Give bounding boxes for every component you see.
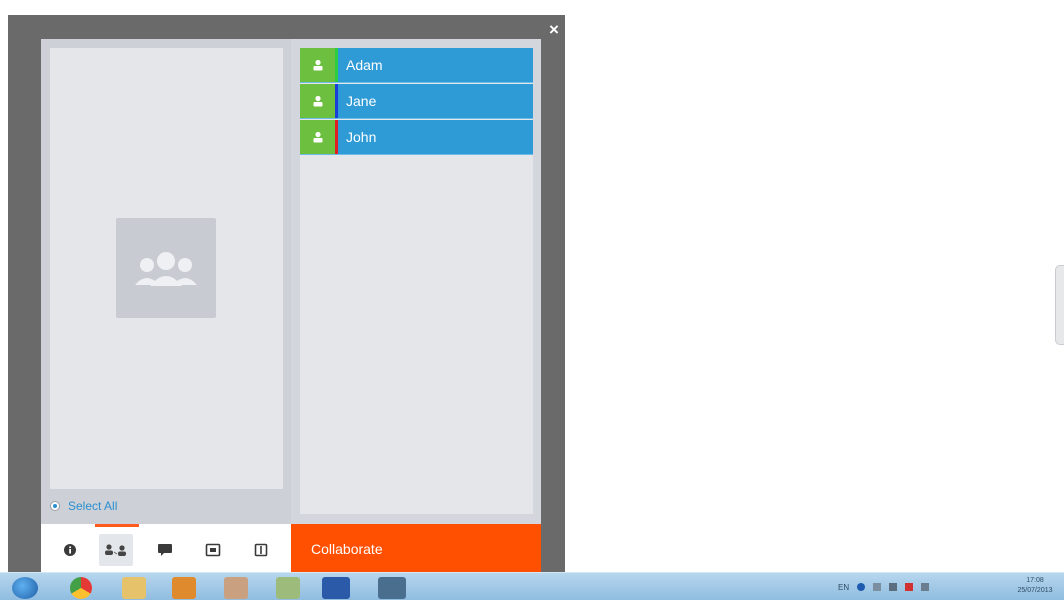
participant-name: Jane bbox=[346, 93, 377, 109]
chrome-icon[interactable] bbox=[70, 577, 92, 599]
chat-button[interactable] bbox=[148, 534, 182, 566]
participant-color-stripe bbox=[335, 120, 338, 154]
word-icon[interactable] bbox=[322, 577, 350, 599]
info-icon bbox=[64, 544, 76, 556]
chat-icon bbox=[158, 544, 172, 556]
user-icon bbox=[300, 48, 335, 82]
taskbar: EN 17:08 25/07/2013 bbox=[0, 572, 1064, 600]
preview-panel: Select All bbox=[41, 39, 291, 524]
user-icon bbox=[300, 120, 335, 154]
participants-button[interactable] bbox=[99, 534, 133, 566]
screen-share-icon bbox=[205, 543, 221, 557]
network-icon[interactable] bbox=[873, 583, 882, 591]
select-all-option[interactable]: Select All bbox=[50, 497, 117, 515]
help-icon[interactable] bbox=[857, 583, 866, 591]
system-tray: EN bbox=[838, 577, 930, 597]
volume-icon[interactable] bbox=[889, 583, 898, 591]
participant-color-stripe bbox=[335, 48, 338, 82]
windows-start-icon[interactable] bbox=[12, 577, 38, 599]
pause-icon bbox=[254, 543, 268, 557]
clock-time: 17:08 bbox=[1026, 577, 1044, 584]
antivirus-icon[interactable] bbox=[905, 583, 914, 591]
clock-date: 25/07/2013 bbox=[1017, 587, 1053, 594]
info-button[interactable] bbox=[53, 534, 87, 566]
preview-area bbox=[50, 48, 283, 489]
participants-icon bbox=[105, 544, 126, 556]
group-icon bbox=[116, 218, 216, 318]
select-all-label: Select All bbox=[68, 499, 118, 513]
participant-adam[interactable]: Adam bbox=[300, 48, 533, 83]
window-content: Select All Adam Jane John Collaborate bbox=[41, 39, 541, 590]
outlook-icon[interactable] bbox=[172, 577, 196, 599]
collaboration-window: × Select All Adam Jane John Collaborate bbox=[8, 15, 565, 590]
clock[interactable]: 17:08 25/07/2013 bbox=[1010, 576, 1060, 596]
participant-jane[interactable]: Jane bbox=[300, 84, 533, 119]
pause-button[interactable] bbox=[244, 534, 278, 566]
folder-icon[interactable] bbox=[122, 577, 146, 599]
language-indicator[interactable]: EN bbox=[838, 583, 849, 592]
participants-panel: Adam Jane John bbox=[291, 39, 541, 524]
active-tab-indicator bbox=[95, 524, 139, 527]
participant-list: Adam Jane John bbox=[300, 48, 533, 514]
close-button[interactable]: × bbox=[546, 21, 562, 39]
user-icon bbox=[300, 84, 335, 118]
collaborate-label: Collaborate bbox=[311, 541, 383, 557]
participant-name: Adam bbox=[346, 57, 383, 73]
app-icon[interactable] bbox=[378, 577, 406, 599]
screen-share-button[interactable] bbox=[196, 534, 230, 566]
right-edge-tab[interactable] bbox=[1055, 265, 1064, 345]
paint-icon[interactable] bbox=[224, 577, 248, 599]
participant-john[interactable]: John bbox=[300, 120, 533, 155]
power-icon[interactable] bbox=[921, 583, 930, 591]
select-all-radio[interactable] bbox=[50, 501, 60, 511]
participant-color-stripe bbox=[335, 84, 338, 118]
participant-name: John bbox=[346, 129, 377, 145]
notes-icon[interactable] bbox=[276, 577, 300, 599]
